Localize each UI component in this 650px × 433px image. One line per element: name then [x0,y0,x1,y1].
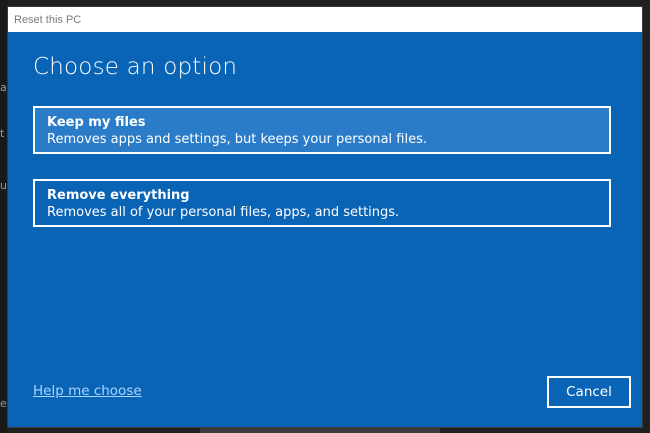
cancel-button[interactable]: Cancel [547,376,631,408]
taskbar-strip [200,428,440,433]
background-text-fragment: a [0,81,7,94]
window-title: Reset this PC [14,13,82,26]
help-me-choose-link[interactable]: Help me choose [33,383,142,399]
background-text-fragment: u [0,179,7,192]
page-title: Choose an option [33,54,238,80]
background-text-fragment: e [0,397,7,410]
remove-everything-option[interactable]: Remove everything Removes all of your pe… [33,179,611,227]
option-title: Remove everything [47,188,190,203]
keep-my-files-option[interactable]: Keep my files Removes apps and settings,… [33,106,611,154]
option-description: Removes apps and settings, but keeps you… [47,132,428,147]
reset-pc-dialog: Reset this PC Choose an option Keep my f… [7,6,643,428]
title-bar[interactable]: Reset this PC [8,7,642,32]
option-description: Removes all of your personal files, apps… [47,205,400,220]
background-text-fragment: t [0,127,5,140]
option-title: Keep my files [47,115,146,130]
